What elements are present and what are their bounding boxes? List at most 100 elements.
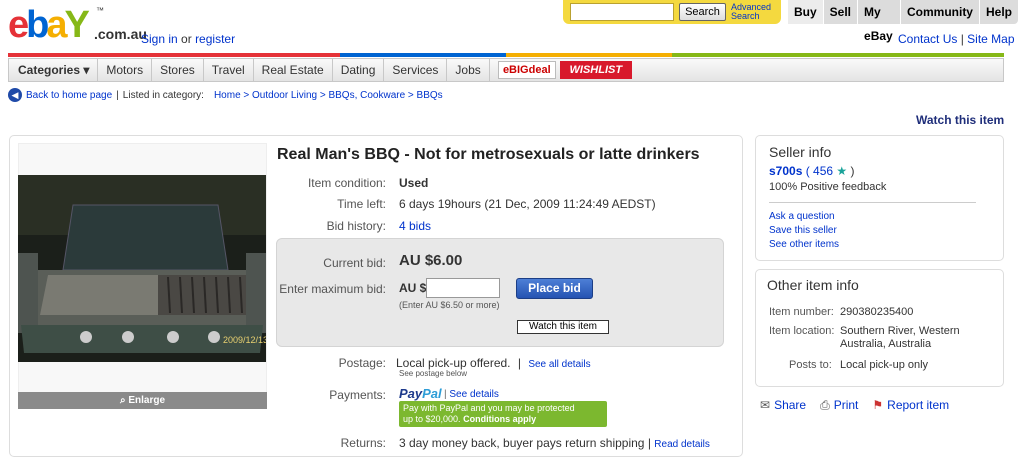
paypal-logo: PayPal (399, 386, 442, 401)
bbq-photo[interactable]: 2009/12/13 (18, 175, 266, 362)
condition-value: Used (399, 176, 429, 190)
photo-date-stamp: 2009/12/13 (223, 335, 266, 345)
search-input[interactable] (570, 3, 674, 21)
postage-value: Local pick-up offered. | See all details (396, 356, 591, 370)
category-dating[interactable]: Dating (333, 59, 385, 81)
nav-my-ebay[interactable]: My eBay (857, 0, 900, 43)
time-left-label: Time left: (337, 197, 386, 211)
other-item-info-heading: Other item info (767, 277, 859, 293)
register-link[interactable]: register (195, 32, 235, 46)
see-other-items-link[interactable]: See other items (769, 239, 839, 250)
save-seller-link[interactable]: Save this seller (769, 225, 837, 236)
condition-label: Item condition: (307, 176, 386, 190)
bid-history-label: Bid history: (326, 219, 386, 233)
back-arrow-icon[interactable]: ◀ (8, 88, 22, 102)
returns-label: Returns: (340, 436, 386, 450)
item-actions: ✉ Share ⎙ Print ⚑ Report item (760, 398, 949, 413)
place-bid-button[interactable]: Place bid (516, 278, 593, 299)
logo-letter-e: e (8, 4, 29, 46)
bid-history-link[interactable]: 4 bids (399, 219, 431, 233)
paypal-badge-line1: Pay with PayPal and you may be protected (403, 403, 575, 413)
see-details-link[interactable]: See details (449, 389, 498, 400)
share-action[interactable]: ✉ Share (760, 398, 806, 413)
current-bid-value: AU $6.00 (399, 252, 463, 269)
feedback-close-paren: ) (850, 164, 855, 178)
sign-in-or: or (181, 32, 192, 46)
watch-item-link-top[interactable]: Watch this item (916, 113, 1004, 127)
printer-icon: ⎙ (820, 398, 830, 412)
read-details-link[interactable]: Read details (654, 439, 710, 450)
advanced-search-link[interactable]: Advanced Search (731, 3, 775, 21)
seller-id-row: s700s ( 456 ★ ) (769, 164, 855, 178)
postage-label: Postage: (338, 356, 386, 370)
paypal-pay: Pay (399, 386, 423, 401)
max-bid-input[interactable] (426, 278, 500, 298)
brand-color-bar (8, 53, 1004, 57)
back-home-link[interactable]: Back to home page (26, 90, 112, 101)
returns-value: 3 day money back, buyer pays return ship… (399, 436, 710, 450)
enlarge-button[interactable]: ⌕ Enlarge (18, 392, 267, 409)
top-nav: Buy Sell My eBay Community Help (788, 0, 1018, 43)
item-number-label: Item number: (769, 306, 834, 318)
item-location-line1: Southern River, Western (840, 325, 960, 337)
nav-help[interactable]: Help (978, 0, 1018, 24)
category-real-estate[interactable]: Real Estate (254, 59, 333, 81)
item-location-line2: Australia, Australia (840, 338, 932, 350)
category-jobs[interactable]: Jobs (447, 59, 490, 81)
share-label: Share (774, 398, 807, 412)
paypal-badge-line2: up to $20,000. (403, 414, 461, 424)
postage-note: See postage below (399, 369, 468, 378)
report-action[interactable]: ⚑ Report item (872, 398, 949, 413)
sign-in-link[interactable]: Sign in (141, 32, 178, 46)
logo-domain: .com.au (94, 26, 147, 42)
returns-text: 3 day money back, buyer pays return ship… (399, 436, 645, 450)
paypal-protection-badge[interactable]: Pay with PayPal and you may be protected… (399, 401, 607, 427)
breadcrumb: ◀ Back to home page | Listed in category… (8, 88, 443, 102)
report-label: Report item (887, 398, 950, 412)
posts-to-value: Local pick-up only (840, 359, 929, 371)
conditions-apply-link[interactable]: Conditions apply (463, 414, 536, 424)
logo-letter-b: b (26, 4, 49, 46)
site-map-link[interactable]: Site Map (967, 32, 1014, 46)
paypal-details: | See details (444, 389, 499, 400)
category-motors[interactable]: Motors (98, 59, 153, 81)
ask-question-link[interactable]: Ask a question (769, 211, 835, 222)
category-stores[interactable]: Stores (152, 59, 204, 81)
feedback-star-icon: ★ (836, 164, 848, 178)
sign-in-prompt: Sign in or register (141, 32, 235, 46)
category-dropdown[interactable]: Categories ▾ (9, 59, 99, 81)
item-location-label: Item location: (769, 325, 835, 337)
logo-letter-a: a (46, 4, 67, 46)
big-deal-promo[interactable]: eBIGdeal (497, 61, 556, 79)
ebay-logo[interactable]: ebaY ™ .com.au (8, 4, 147, 46)
seller-name-link[interactable]: s700s (769, 164, 802, 178)
paypal-pal: Pal (422, 386, 442, 401)
listed-in-label: Listed in category: (122, 89, 204, 101)
postage-text: Local pick-up offered. (396, 356, 511, 370)
item-title: Real Man's BBQ - Not for metrosexuals or… (277, 146, 700, 163)
category-bar: Categories ▾ Motors Stores Travel Real E… (8, 58, 1004, 82)
payments-label: Payments: (329, 388, 386, 402)
nav-sell[interactable]: Sell (822, 0, 857, 24)
feedback-score-link[interactable]: ( 456 (806, 164, 833, 178)
see-all-details-link[interactable]: See all details (528, 359, 590, 370)
time-left-value: 6 days 19hours (21 Dec, 2009 11:24:49 AE… (399, 197, 656, 211)
contact-us-link[interactable]: Contact Us (898, 32, 957, 46)
logo-letter-y: Y (64, 4, 90, 46)
watch-item-button[interactable]: Watch this item (517, 320, 609, 334)
item-number-value: 290380235400 (840, 306, 914, 318)
wishlist-promo[interactable]: WISHLIST (559, 61, 632, 79)
current-bid-label: Current bid: (323, 256, 386, 270)
enlarge-label: Enlarge (128, 395, 166, 406)
max-bid-label: Enter maximum bid: (279, 282, 386, 296)
category-path-link[interactable]: Home > Outdoor Living > BBQs, Cookware >… (214, 90, 443, 101)
nav-buy[interactable]: Buy (788, 0, 823, 24)
print-action[interactable]: ⎙ Print (820, 398, 858, 413)
nav-community[interactable]: Community (899, 0, 979, 24)
category-travel[interactable]: Travel (204, 59, 254, 81)
search-button[interactable]: Search (679, 3, 726, 21)
logo-trademark: ™ (96, 6, 104, 15)
positive-feedback: 100% Positive feedback (769, 181, 887, 193)
bid-hint: (Enter AU $6.50 or more) (399, 300, 500, 310)
category-services[interactable]: Services (384, 59, 448, 81)
